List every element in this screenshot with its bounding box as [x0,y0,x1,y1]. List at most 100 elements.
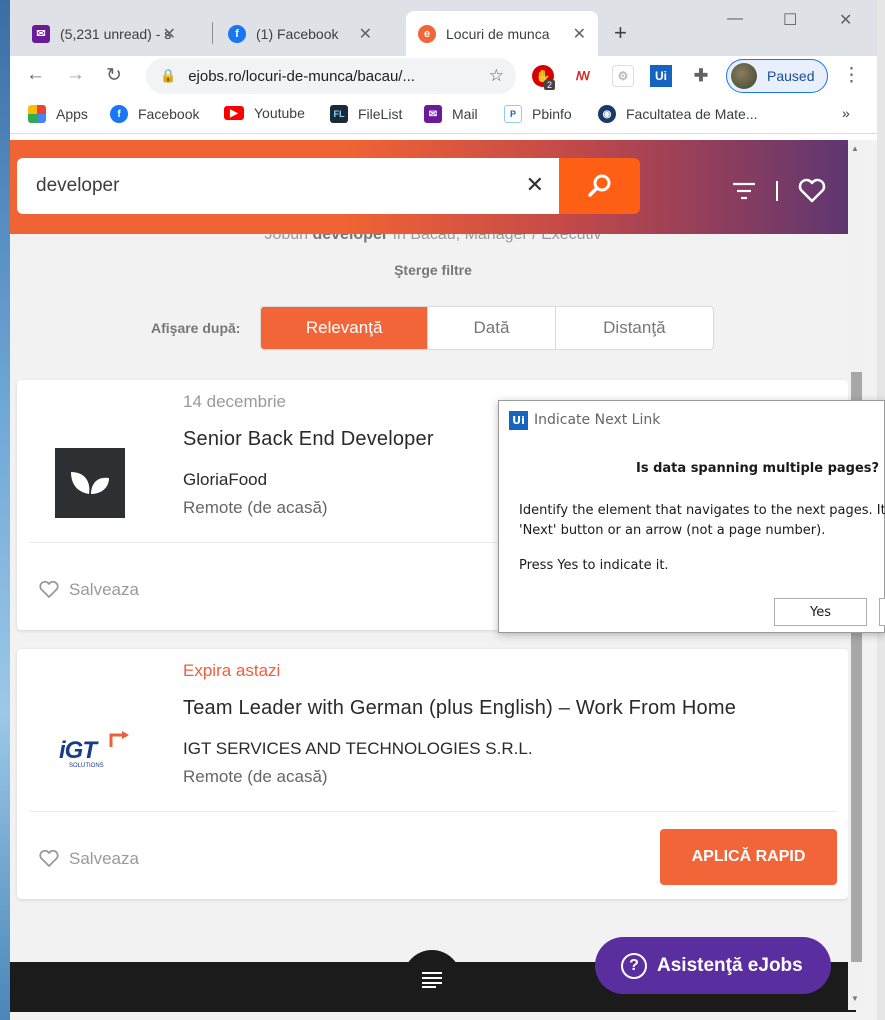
assistance-label: Asistenţă eJobs [657,954,803,976]
browser-toolbar: ← → ↻ 🔒 ejobs.ro/locuri-de-munca/bacau/.… [10,56,877,96]
heart-outline-icon [39,581,59,598]
filter-icon[interactable] [732,181,756,201]
tab-title: Locuri de munca [446,25,550,42]
dialog-title: Indicate Next Link [534,412,661,428]
bottom-menu-button[interactable] [403,950,461,1008]
save-job-button[interactable]: Salveaza [39,849,139,869]
uipath-icon: Ui [509,410,528,430]
save-label: Salveaza [69,580,139,599]
clear-icon[interactable]: ✕ [526,172,544,198]
close-icon[interactable]: ✕ [163,24,176,44]
no-button[interactable] [879,598,885,626]
window-close-icon[interactable]: ✕ [839,10,852,30]
leaf-logo-icon [71,472,109,494]
bookmark-star-icon[interactable]: ☆ [489,66,504,86]
sort-label: Afişare după: [151,320,241,336]
job-title[interactable]: Team Leader with German (plus English) –… [183,697,736,720]
job-date: 14 decembrie [183,392,287,411]
facebook-icon: f [228,24,246,43]
pbinfo-icon: P [504,105,522,123]
bookmark-label: Apps [56,106,88,122]
quick-apply-button[interactable]: APLICĂ RAPID [660,829,837,885]
forward-icon[interactable]: → [66,64,85,86]
company-logo [55,448,125,518]
bookmark-facebook[interactable]: f Facebook [110,105,199,123]
bookmark-mail[interactable]: ✉ Mail [424,105,478,123]
mail-icon: ✉ [32,24,50,43]
mail-icon: ✉ [424,105,442,123]
reload-icon[interactable]: ↻ [106,64,122,87]
tab-gmail[interactable]: ✉ (5,231 unread) - s ✕ [20,11,188,56]
job-date: Expira astazi [183,661,281,680]
youtube-icon: ▶ [224,106,244,120]
assistance-button[interactable]: ? Asistenţă eJobs [595,937,831,994]
bookmark-pbinfo[interactable]: P Pbinfo [504,105,572,123]
profile-button[interactable]: Paused [726,59,828,93]
header-divider [776,181,778,201]
sort-date[interactable]: Dată [428,307,556,349]
bookmark-apps[interactable]: Apps [28,105,88,123]
bookmark-label: FileList [358,106,403,122]
job-title[interactable]: Senior Back End Developer [183,428,434,451]
clear-filters-link[interactable]: Şterge filtre [10,262,856,278]
dialog-message: Identify the element that navigates to t… [519,501,885,541]
save-label: Salveaza [69,849,139,868]
settings-extension-icon[interactable]: ⚙ [612,65,634,87]
back-icon[interactable]: ← [26,64,45,86]
ejobs-icon: e [418,24,436,43]
heart-outline-icon [39,850,59,867]
uipath-extension-icon[interactable]: Ui [650,65,672,87]
tab-strip: ✉ (5,231 unread) - s ✕ f (1) Facebook ✕ … [10,0,877,56]
job-location: Remote (de acasă) [183,498,328,517]
maximize-icon[interactable]: ☐ [783,10,797,30]
extension-badge: 2 [544,80,556,90]
scroll-down-icon[interactable]: ▼ [851,994,859,1003]
bookmark-filelist[interactable]: FL FileList [330,105,402,123]
search-icon [587,174,610,197]
tab-separator [212,22,213,44]
minimize-icon[interactable]: — [727,10,743,28]
tab-ejobs[interactable]: e Locuri de munca ✕ [406,11,598,56]
company-logo: iGT SOLUTIONS [59,731,129,777]
bookmarks-overflow-icon[interactable]: » [842,105,850,121]
sort-distance[interactable]: Distanţă [556,307,713,349]
puzzle-icon[interactable]: ✚ [690,65,712,87]
heart-icon[interactable] [798,178,826,204]
close-icon[interactable]: ✕ [573,24,586,44]
card-divider [29,811,836,812]
search-value: developer [36,175,120,196]
logo-arrow-icon [109,731,129,747]
close-icon[interactable]: ✕ [359,24,372,44]
address-bar[interactable]: 🔒 ejobs.ro/locuri-de-munca/bacau/... ☆ [146,58,516,94]
sort-options: Relevanţă Dată Distanţă [260,306,714,350]
bookmarks-overflow-label: » [842,105,850,121]
avatar [731,63,757,89]
bookmark-label: Facebook [138,106,200,122]
tab-facebook[interactable]: f (1) Facebook ✕ [216,11,384,56]
job-card[interactable]: Expira astazi iGT SOLUTIONS Team Leader … [17,649,848,899]
save-job-button[interactable]: Salveaza [39,580,139,600]
facebook-icon: f [110,105,128,123]
help-icon: ? [621,952,647,979]
bookmark-facultatea[interactable]: ◉ Facultatea de Mate... [598,105,758,123]
search-input[interactable]: developer ✕ [17,158,560,214]
scroll-up-icon[interactable]: ▲ [851,144,859,153]
lock-icon: 🔒 [160,68,177,83]
job-company[interactable]: IGT SERVICES AND TECHNOLOGIES S.R.L. [183,739,533,759]
search-button[interactable] [559,158,640,214]
menu-icon [422,972,442,988]
extension-icon[interactable]: ꟿ [572,65,594,87]
tab-title: (5,231 unread) - s [60,25,172,42]
dialog-instruction: Press Yes to indicate it. [519,558,669,573]
yes-button[interactable]: Yes [774,598,867,626]
bookmark-label: Pbinfo [532,106,572,122]
new-tab-icon[interactable]: + [614,20,627,46]
job-location: Remote (de acasă) [183,767,328,786]
search-header: developer ✕ [10,140,856,234]
dialog-titlebar: Ui Indicate Next Link [499,401,884,439]
more-menu-icon[interactable]: ⋮ [842,64,861,87]
tab-title: (1) Facebook [256,25,339,42]
job-company[interactable]: GloriaFood [183,470,267,490]
bookmark-youtube[interactable]: ▶ Youtube [224,105,305,121]
sort-relevance[interactable]: Relevanţă [261,307,429,349]
